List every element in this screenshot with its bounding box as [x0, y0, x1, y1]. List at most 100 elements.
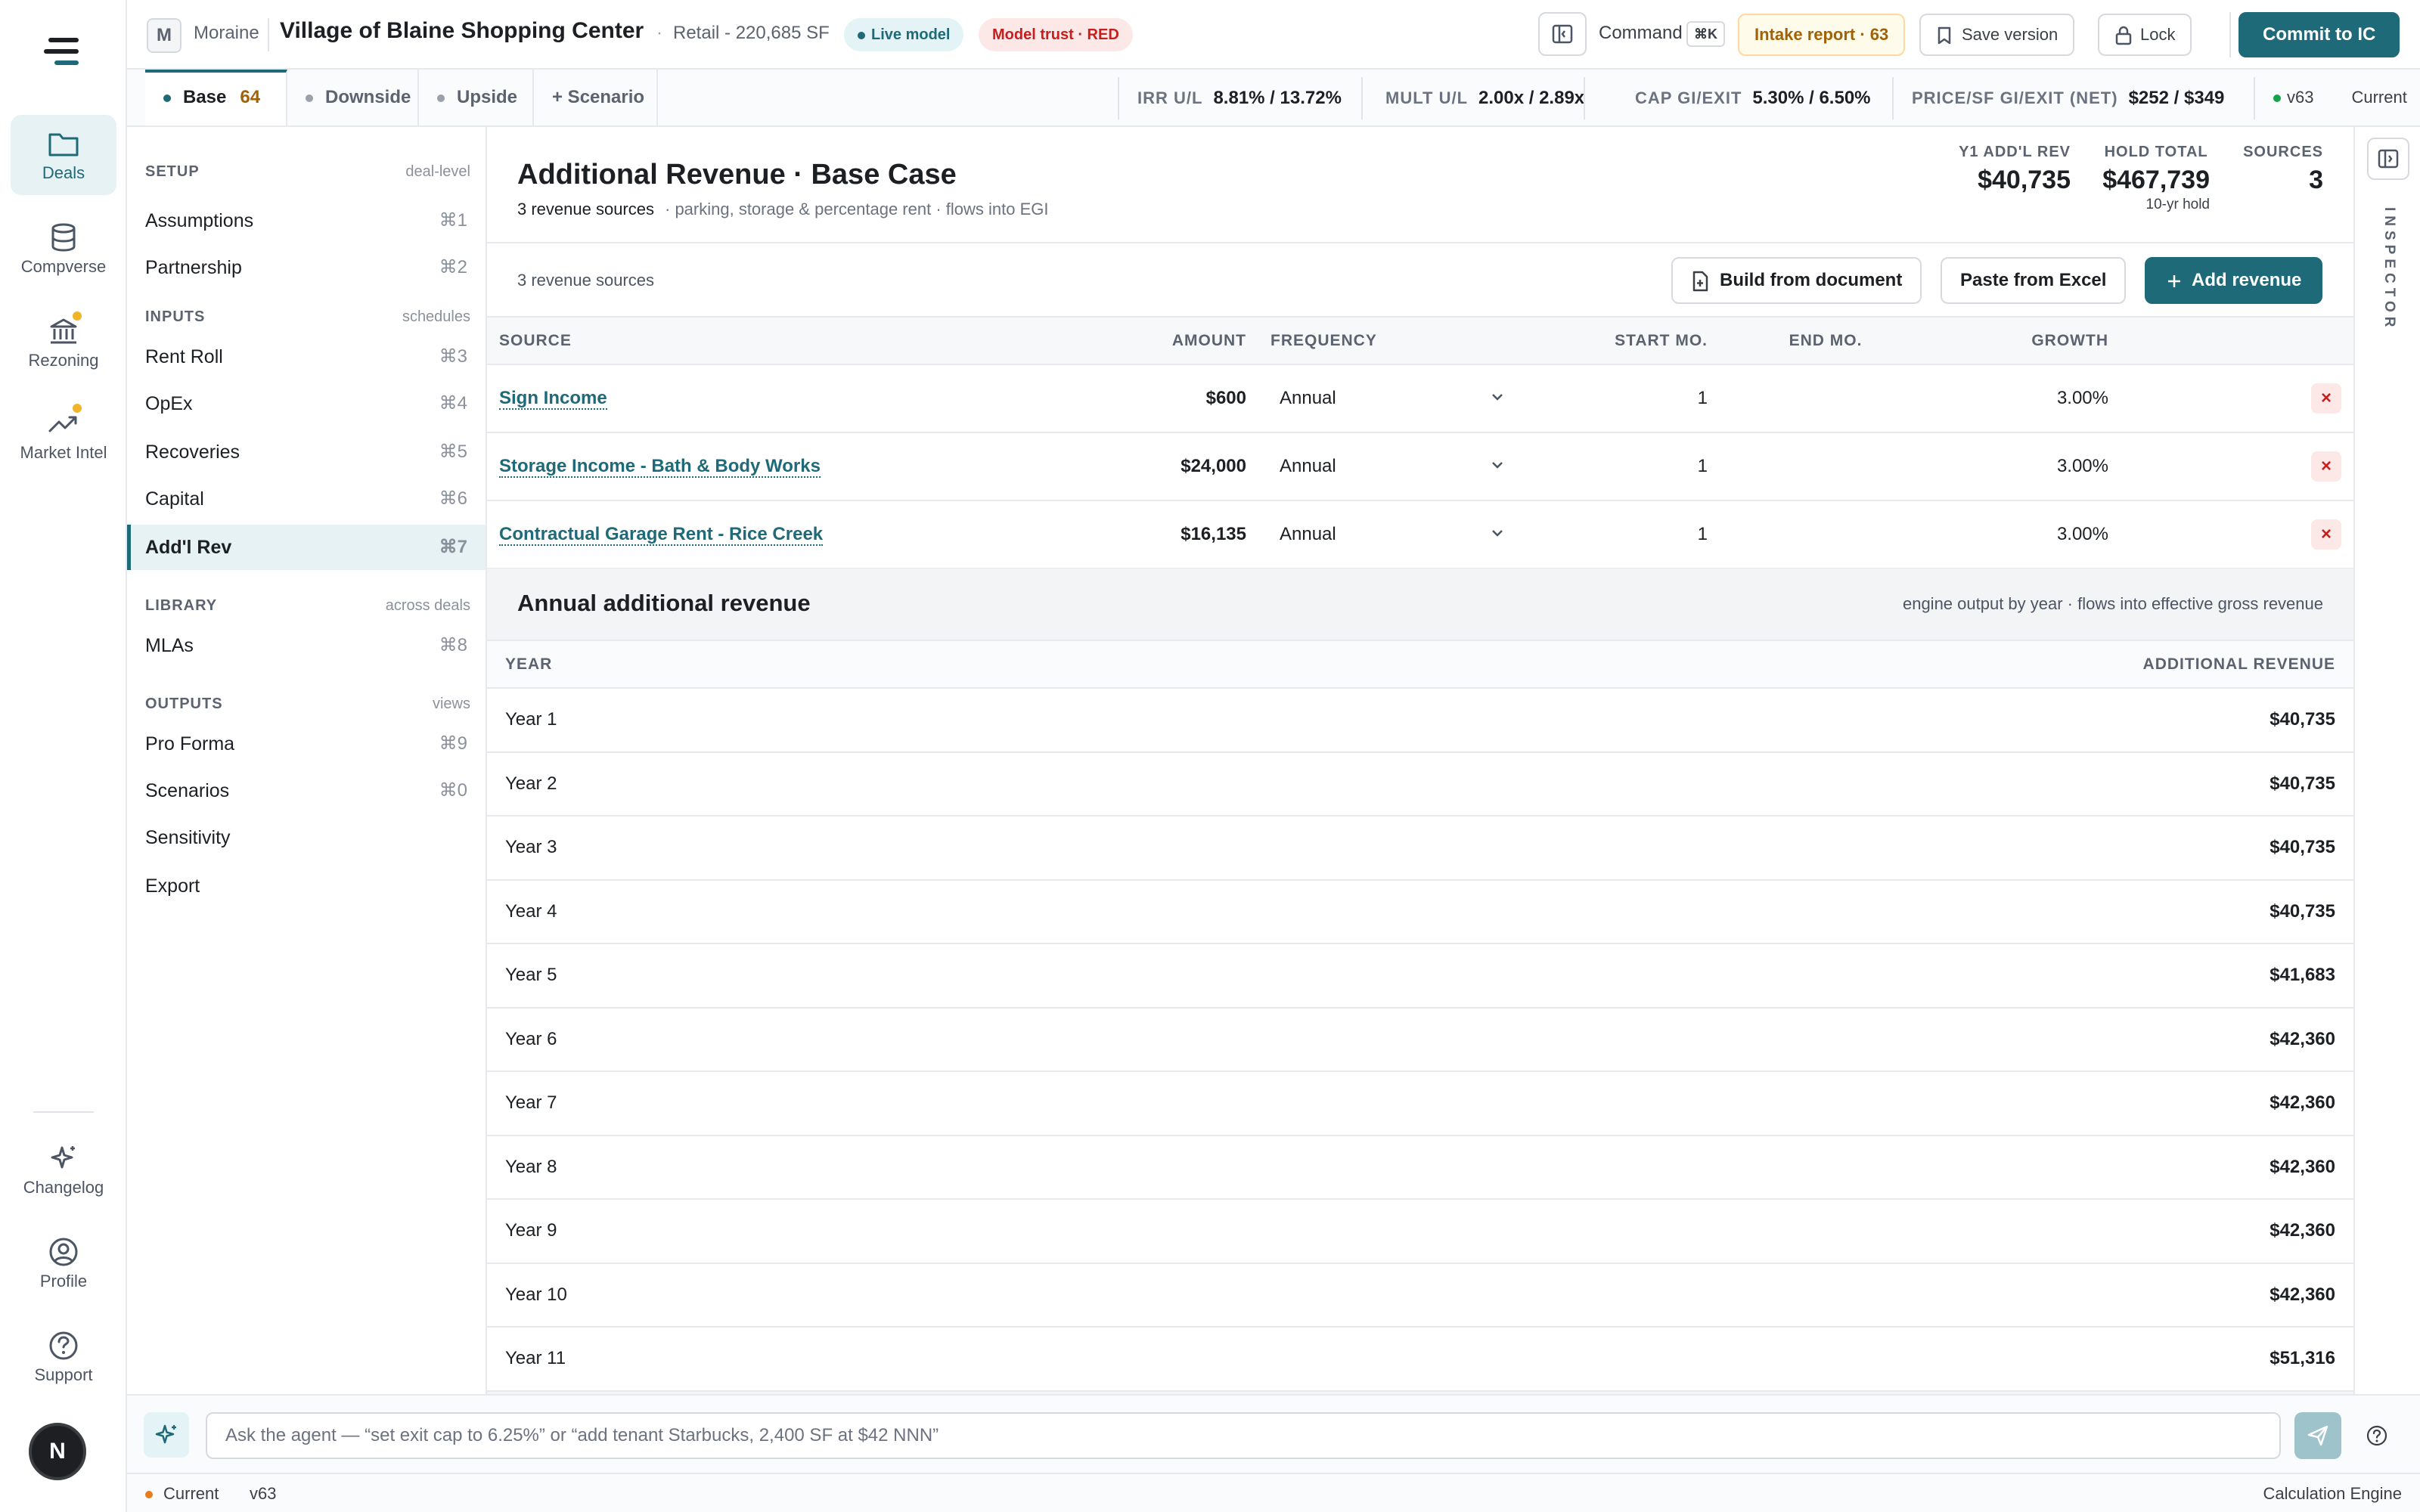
nav-item-mlas[interactable]: MLAs ⌘8 [127, 623, 486, 668]
collapse-panel-button[interactable] [1538, 12, 1587, 56]
nav-item-assumptions[interactable]: Assumptions ⌘1 [127, 198, 486, 243]
section-note: engine output by year · flows into effec… [1902, 594, 2323, 613]
delete-row-button[interactable]: × [2311, 519, 2341, 550]
calculation-engine-label[interactable]: Calculation Engine [2263, 1484, 2402, 1504]
command-label[interactable]: Command [1599, 23, 1683, 44]
lock-button[interactable]: Lock [2098, 14, 2192, 56]
nav-item-shortcut: ⌘0 [439, 780, 467, 801]
end-month-cell[interactable] [1720, 500, 1931, 569]
send-button[interactable] [2294, 1412, 2341, 1459]
paste-from-excel-button[interactable]: Paste from Excel [1941, 257, 2127, 304]
nav-section-outputs: OUTPUTS views [145, 696, 470, 713]
rail-item-market-intel[interactable]: Market Intel [11, 395, 116, 475]
user-avatar[interactable]: N [29, 1423, 86, 1480]
inspector-label[interactable]: INSPECTOR [2379, 207, 2397, 332]
expand-inspector-button[interactable] [2367, 138, 2409, 180]
rail-item-changelog[interactable]: Changelog [11, 1129, 116, 1210]
column-header-growth[interactable]: GROWTH [1931, 318, 2121, 365]
panel-left-icon [1552, 24, 1573, 44]
frequency-select[interactable]: Annual [1258, 500, 1591, 569]
growth-cell[interactable]: 3.00% [1931, 500, 2121, 569]
nav-item-export[interactable]: Export [127, 863, 486, 909]
nav-item-capital[interactable]: Capital ⌘6 [127, 476, 486, 522]
notification-dot [73, 404, 82, 413]
year-cell: Year 4 [487, 879, 1048, 944]
year-cell: Year 5 [487, 943, 1048, 1009]
tab-base[interactable]: Base 64 [145, 70, 287, 125]
metric-irr: IRR U/L 8.81% / 13.72% [1137, 88, 1342, 109]
kpi-label: HOLD TOTAL [2104, 144, 2208, 160]
model-trust-pill[interactable]: Model trust · RED [979, 18, 1133, 51]
nav-item-sensitivity[interactable]: Sensitivity [127, 815, 486, 860]
rail-item-support[interactable]: Support [11, 1317, 116, 1397]
column-header-source[interactable]: SOURCE [487, 318, 1107, 365]
agent-button[interactable] [144, 1412, 189, 1458]
nav-item-scenarios[interactable]: Scenarios ⌘0 [127, 768, 486, 813]
rail-divider [33, 1111, 94, 1113]
nav-item-opex[interactable]: OpEx ⌘4 [127, 381, 486, 426]
source-name-link[interactable]: Sign Income [499, 388, 607, 410]
column-header-end[interactable]: END MO. [1720, 318, 1931, 365]
source-name-link[interactable]: Storage Income - Bath & Body Works [499, 456, 821, 478]
growth-cell[interactable]: 3.00% [1931, 432, 2121, 501]
tab-add-scenario[interactable]: + Scenario [534, 70, 658, 125]
amount-cell[interactable]: $24,000 [1107, 432, 1258, 501]
annual-revenue-rows: Year 1 $40,735 Year 2 $40,735 Year 3 $40,735 Y… [487, 688, 2353, 1392]
additional-revenue-cell: $42,360 [1047, 1199, 2353, 1264]
tab-downside[interactable]: Downside [287, 70, 419, 125]
nav-section-library: LIBRARY across deals [145, 597, 470, 615]
help-circle-icon[interactable] [2366, 1424, 2388, 1447]
end-month-cell[interactable] [1720, 364, 1931, 433]
file-plus-icon [1692, 271, 1708, 291]
kpi-value: $40,735 [1978, 166, 2071, 194]
nav-item-recoveries[interactable]: Recoveries ⌘5 [127, 429, 486, 475]
rail-item-label: Market Intel [20, 443, 107, 462]
growth-cell[interactable]: 3.00% [1931, 364, 2121, 433]
delete-row-button[interactable]: × [2311, 383, 2341, 414]
additional-revenue-cell: $40,735 [1047, 879, 2353, 944]
save-version-button[interactable]: Save version [1919, 14, 2075, 56]
start-month-cell[interactable]: 1 [1591, 364, 1720, 433]
org-name[interactable]: Moraine [194, 23, 259, 44]
tab-upside[interactable]: Upside [419, 70, 534, 125]
start-month-cell[interactable]: 1 [1591, 500, 1720, 569]
column-header-start[interactable]: START MO. [1591, 318, 1720, 365]
amount-cell[interactable]: $16,135 [1107, 500, 1258, 569]
frequency-select[interactable]: Annual [1258, 432, 1591, 501]
rail-item-rezoning[interactable]: Rezoning [11, 302, 116, 383]
commit-to-ic-button[interactable]: Commit to IC [2238, 12, 2400, 57]
amount-cell[interactable]: $600 [1107, 364, 1258, 433]
title-divider [268, 18, 269, 51]
table-row: Year 6 $42,360 [487, 1007, 2353, 1072]
start-month-cell[interactable]: 1 [1591, 432, 1720, 501]
frequency-select[interactable]: Annual [1258, 364, 1591, 433]
nav-item-label: Add'l Rev [145, 537, 232, 558]
nav-section-hint: deal-level [405, 163, 470, 180]
nav-item-label: Assumptions [145, 210, 254, 231]
additional-revenue-cell: $51,316 [1047, 1327, 2353, 1392]
column-header-frequency[interactable]: FREQUENCY [1258, 318, 1591, 365]
agent-input[interactable]: Ask the agent — “set exit cap to 6.25%” … [206, 1412, 2281, 1459]
metric-value: 8.81% / 13.72% [1213, 88, 1342, 108]
status-bar: Current v63 Calculation Engine [127, 1473, 2420, 1512]
rail-item-profile[interactable]: Profile [11, 1223, 116, 1303]
nav-item-partnership[interactable]: Partnership ⌘2 [127, 245, 486, 290]
end-month-cell[interactable] [1720, 432, 1931, 501]
app-logo-icon[interactable] [42, 33, 85, 70]
source-name-link[interactable]: Contractual Garage Rent - Rice Creek [499, 524, 824, 546]
nav-item-shortcut: ⌘7 [439, 537, 467, 557]
version-indicator[interactable]: v63 Current [2273, 88, 2407, 107]
org-badge[interactable]: M [147, 18, 182, 53]
rail-item-deals[interactable]: Deals [11, 115, 116, 195]
build-from-document-button[interactable]: Build from document [1671, 257, 1922, 304]
intake-report-button[interactable]: Intake report · 63 [1738, 14, 1906, 56]
delete-row-button[interactable]: × [2311, 451, 2341, 482]
nav-item-pro-forma[interactable]: Pro Forma ⌘9 [127, 721, 486, 767]
nav-item-addl-rev[interactable]: Add'l Rev ⌘7 [127, 525, 486, 570]
table-row: Year 5 $41,683 [487, 943, 2353, 1009]
add-revenue-button[interactable]: Add revenue [2145, 257, 2323, 304]
nav-item-rent-roll[interactable]: Rent Roll ⌘3 [127, 334, 486, 380]
rail-item-compverse[interactable]: Compverse [11, 209, 116, 289]
nav-item-label: Sensitivity [145, 827, 231, 848]
column-header-amount[interactable]: AMOUNT [1107, 318, 1258, 365]
